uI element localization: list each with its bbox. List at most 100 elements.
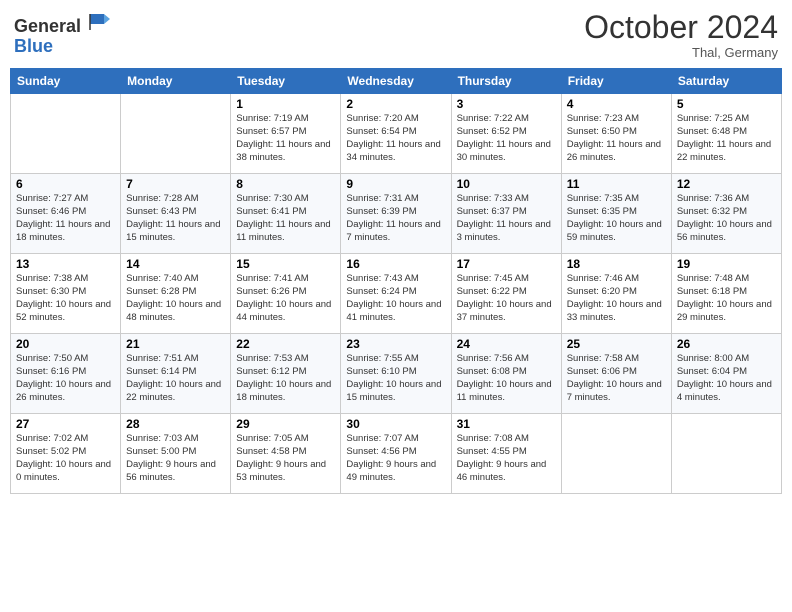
calendar-cell: 29 Sunrise: 7:05 AM Sunset: 4:58 PM Dayli…	[231, 414, 341, 494]
day-number: 2	[346, 97, 445, 111]
day-info: Sunrise: 7:50 AM Sunset: 6:16 PM Dayligh…	[16, 353, 115, 404]
day-number: 25	[567, 337, 666, 351]
weekday-header-monday: Monday	[121, 69, 231, 94]
calendar-cell: 9Sunrise: 7:31 AM Sunset: 6:39 PM Daylig…	[341, 174, 451, 254]
calendar-cell: 20 Sunrise: 7:50 AM Sunset: 6:16 PM Dayli…	[11, 334, 121, 414]
day-info: Sunrise: 7:28 AM Sunset: 6:43 PM Dayligh…	[126, 193, 225, 244]
weekday-header-saturday: Saturday	[671, 69, 781, 94]
calendar-cell	[11, 94, 121, 174]
day-info: Sunrise: 7:38 AM Sunset: 6:30 PM Dayligh…	[16, 273, 115, 324]
day-number: 24	[457, 337, 556, 351]
calendar-cell: 15Sunrise: 7:41 AM Sunset: 6:26 PM Dayli…	[231, 254, 341, 334]
day-number: 10	[457, 177, 556, 191]
day-info: Sunrise: 7:51 AM Sunset: 6:14 PM Dayligh…	[126, 353, 225, 404]
weekday-header-tuesday: Tuesday	[231, 69, 341, 94]
calendar-cell: 3 Sunrise: 7:22 AM Sunset: 6:52 PM Daylig…	[451, 94, 561, 174]
day-info: Sunrise: 7:08 AM Sunset: 4:55 PM Dayligh…	[457, 433, 556, 484]
calendar-table: SundayMondayTuesdayWednesdayThursdayFrid…	[10, 68, 782, 494]
calendar-week-row: 13 Sunrise: 7:38 AM Sunset: 6:30 PM Dayli…	[11, 254, 782, 334]
day-info: Sunrise: 7:27 AM Sunset: 6:46 PM Dayligh…	[16, 193, 115, 244]
day-info: Sunrise: 7:20 AM Sunset: 6:54 PM Dayligh…	[346, 113, 445, 164]
day-number: 31	[457, 417, 556, 431]
day-info: Sunrise: 7:03 AM Sunset: 5:00 PM Dayligh…	[126, 433, 225, 484]
day-info: Sunrise: 7:55 AM Sunset: 6:10 PM Dayligh…	[346, 353, 445, 404]
calendar-cell: 24 Sunrise: 7:56 AM Sunset: 6:08 PM Dayli…	[451, 334, 561, 414]
day-number: 14	[126, 257, 225, 271]
calendar-cell: 14 Sunrise: 7:40 AM Sunset: 6:28 PM Dayli…	[121, 254, 231, 334]
day-number: 22	[236, 337, 335, 351]
day-number: 26	[677, 337, 776, 351]
logo: General Blue	[14, 10, 110, 57]
calendar-cell: 30 Sunrise: 7:07 AM Sunset: 4:56 PM Dayli…	[341, 414, 451, 494]
day-info: Sunrise: 7:48 AM Sunset: 6:18 PM Dayligh…	[677, 273, 776, 324]
calendar-cell: 19 Sunrise: 7:48 AM Sunset: 6:18 PM Dayli…	[671, 254, 781, 334]
day-info: Sunrise: 7:02 AM Sunset: 5:02 PM Dayligh…	[16, 433, 115, 484]
calendar-cell: 5 Sunrise: 7:25 AM Sunset: 6:48 PM Daylig…	[671, 94, 781, 174]
day-number: 30	[346, 417, 445, 431]
title-area: October 2024 Thal, Germany	[584, 10, 778, 60]
day-info: Sunrise: 7:30 AM Sunset: 6:41 PM Dayligh…	[236, 193, 335, 244]
calendar-cell: 21Sunrise: 7:51 AM Sunset: 6:14 PM Dayli…	[121, 334, 231, 414]
calendar-cell: 8 Sunrise: 7:30 AM Sunset: 6:41 PM Daylig…	[231, 174, 341, 254]
day-info: Sunrise: 7:35 AM Sunset: 6:35 PM Dayligh…	[567, 193, 666, 244]
weekday-header-thursday: Thursday	[451, 69, 561, 94]
calendar-cell: 2 Sunrise: 7:20 AM Sunset: 6:54 PM Daylig…	[341, 94, 451, 174]
calendar-cell: 31 Sunrise: 7:08 AM Sunset: 4:55 PM Dayli…	[451, 414, 561, 494]
calendar-week-row: 27Sunrise: 7:02 AM Sunset: 5:02 PM Dayli…	[11, 414, 782, 494]
day-info: Sunrise: 7:19 AM Sunset: 6:57 PM Dayligh…	[236, 113, 335, 164]
day-info: Sunrise: 7:40 AM Sunset: 6:28 PM Dayligh…	[126, 273, 225, 324]
day-number: 19	[677, 257, 776, 271]
calendar-week-row: 20 Sunrise: 7:50 AM Sunset: 6:16 PM Dayli…	[11, 334, 782, 414]
calendar-cell: 1 Sunrise: 7:19 AM Sunset: 6:57 PM Daylig…	[231, 94, 341, 174]
weekday-header-friday: Friday	[561, 69, 671, 94]
calendar-cell: 10Sunrise: 7:33 AM Sunset: 6:37 PM Dayli…	[451, 174, 561, 254]
calendar-cell: 17 Sunrise: 7:45 AM Sunset: 6:22 PM Dayli…	[451, 254, 561, 334]
day-info: Sunrise: 8:00 AM Sunset: 6:04 PM Dayligh…	[677, 353, 776, 404]
logo-blue-text: Blue	[14, 36, 53, 56]
day-number: 13	[16, 257, 115, 271]
page-header: General Blue October 2024 Thal, Germany	[10, 10, 782, 60]
calendar-cell: 28 Sunrise: 7:03 AM Sunset: 5:00 PM Dayli…	[121, 414, 231, 494]
day-info: Sunrise: 7:36 AM Sunset: 6:32 PM Dayligh…	[677, 193, 776, 244]
day-info: Sunrise: 7:58 AM Sunset: 6:06 PM Dayligh…	[567, 353, 666, 404]
day-number: 29	[236, 417, 335, 431]
logo-flag-icon	[88, 10, 110, 32]
day-info: Sunrise: 7:22 AM Sunset: 6:52 PM Dayligh…	[457, 113, 556, 164]
calendar-cell	[671, 414, 781, 494]
day-info: Sunrise: 7:46 AM Sunset: 6:20 PM Dayligh…	[567, 273, 666, 324]
calendar-cell: 18Sunrise: 7:46 AM Sunset: 6:20 PM Dayli…	[561, 254, 671, 334]
month-title: October 2024	[584, 10, 778, 45]
day-number: 3	[457, 97, 556, 111]
calendar-cell	[561, 414, 671, 494]
calendar-cell: 23Sunrise: 7:55 AM Sunset: 6:10 PM Dayli…	[341, 334, 451, 414]
calendar-cell: 12 Sunrise: 7:36 AM Sunset: 6:32 PM Dayli…	[671, 174, 781, 254]
day-number: 17	[457, 257, 556, 271]
weekday-header-wednesday: Wednesday	[341, 69, 451, 94]
day-info: Sunrise: 7:25 AM Sunset: 6:48 PM Dayligh…	[677, 113, 776, 164]
day-number: 28	[126, 417, 225, 431]
day-info: Sunrise: 7:23 AM Sunset: 6:50 PM Dayligh…	[567, 113, 666, 164]
day-number: 11	[567, 177, 666, 191]
day-number: 12	[677, 177, 776, 191]
calendar-cell: 22Sunrise: 7:53 AM Sunset: 6:12 PM Dayli…	[231, 334, 341, 414]
calendar-cell: 25 Sunrise: 7:58 AM Sunset: 6:06 PM Dayli…	[561, 334, 671, 414]
day-number: 9	[346, 177, 445, 191]
calendar-cell: 4 Sunrise: 7:23 AM Sunset: 6:50 PM Daylig…	[561, 94, 671, 174]
day-number: 8	[236, 177, 335, 191]
calendar-header-row: SundayMondayTuesdayWednesdayThursdayFrid…	[11, 69, 782, 94]
logo-general-text: General	[14, 16, 81, 36]
day-number: 5	[677, 97, 776, 111]
location-subtitle: Thal, Germany	[584, 45, 778, 60]
day-number: 1	[236, 97, 335, 111]
day-number: 20	[16, 337, 115, 351]
calendar-cell: 16Sunrise: 7:43 AM Sunset: 6:24 PM Dayli…	[341, 254, 451, 334]
calendar-cell: 6Sunrise: 7:27 AM Sunset: 6:46 PM Daylig…	[11, 174, 121, 254]
day-number: 7	[126, 177, 225, 191]
calendar-cell: 7 Sunrise: 7:28 AM Sunset: 6:43 PM Daylig…	[121, 174, 231, 254]
calendar-cell: 26 Sunrise: 8:00 AM Sunset: 6:04 PM Dayli…	[671, 334, 781, 414]
day-info: Sunrise: 7:45 AM Sunset: 6:22 PM Dayligh…	[457, 273, 556, 324]
day-info: Sunrise: 7:56 AM Sunset: 6:08 PM Dayligh…	[457, 353, 556, 404]
day-info: Sunrise: 7:07 AM Sunset: 4:56 PM Dayligh…	[346, 433, 445, 484]
day-number: 4	[567, 97, 666, 111]
day-info: Sunrise: 7:05 AM Sunset: 4:58 PM Dayligh…	[236, 433, 335, 484]
